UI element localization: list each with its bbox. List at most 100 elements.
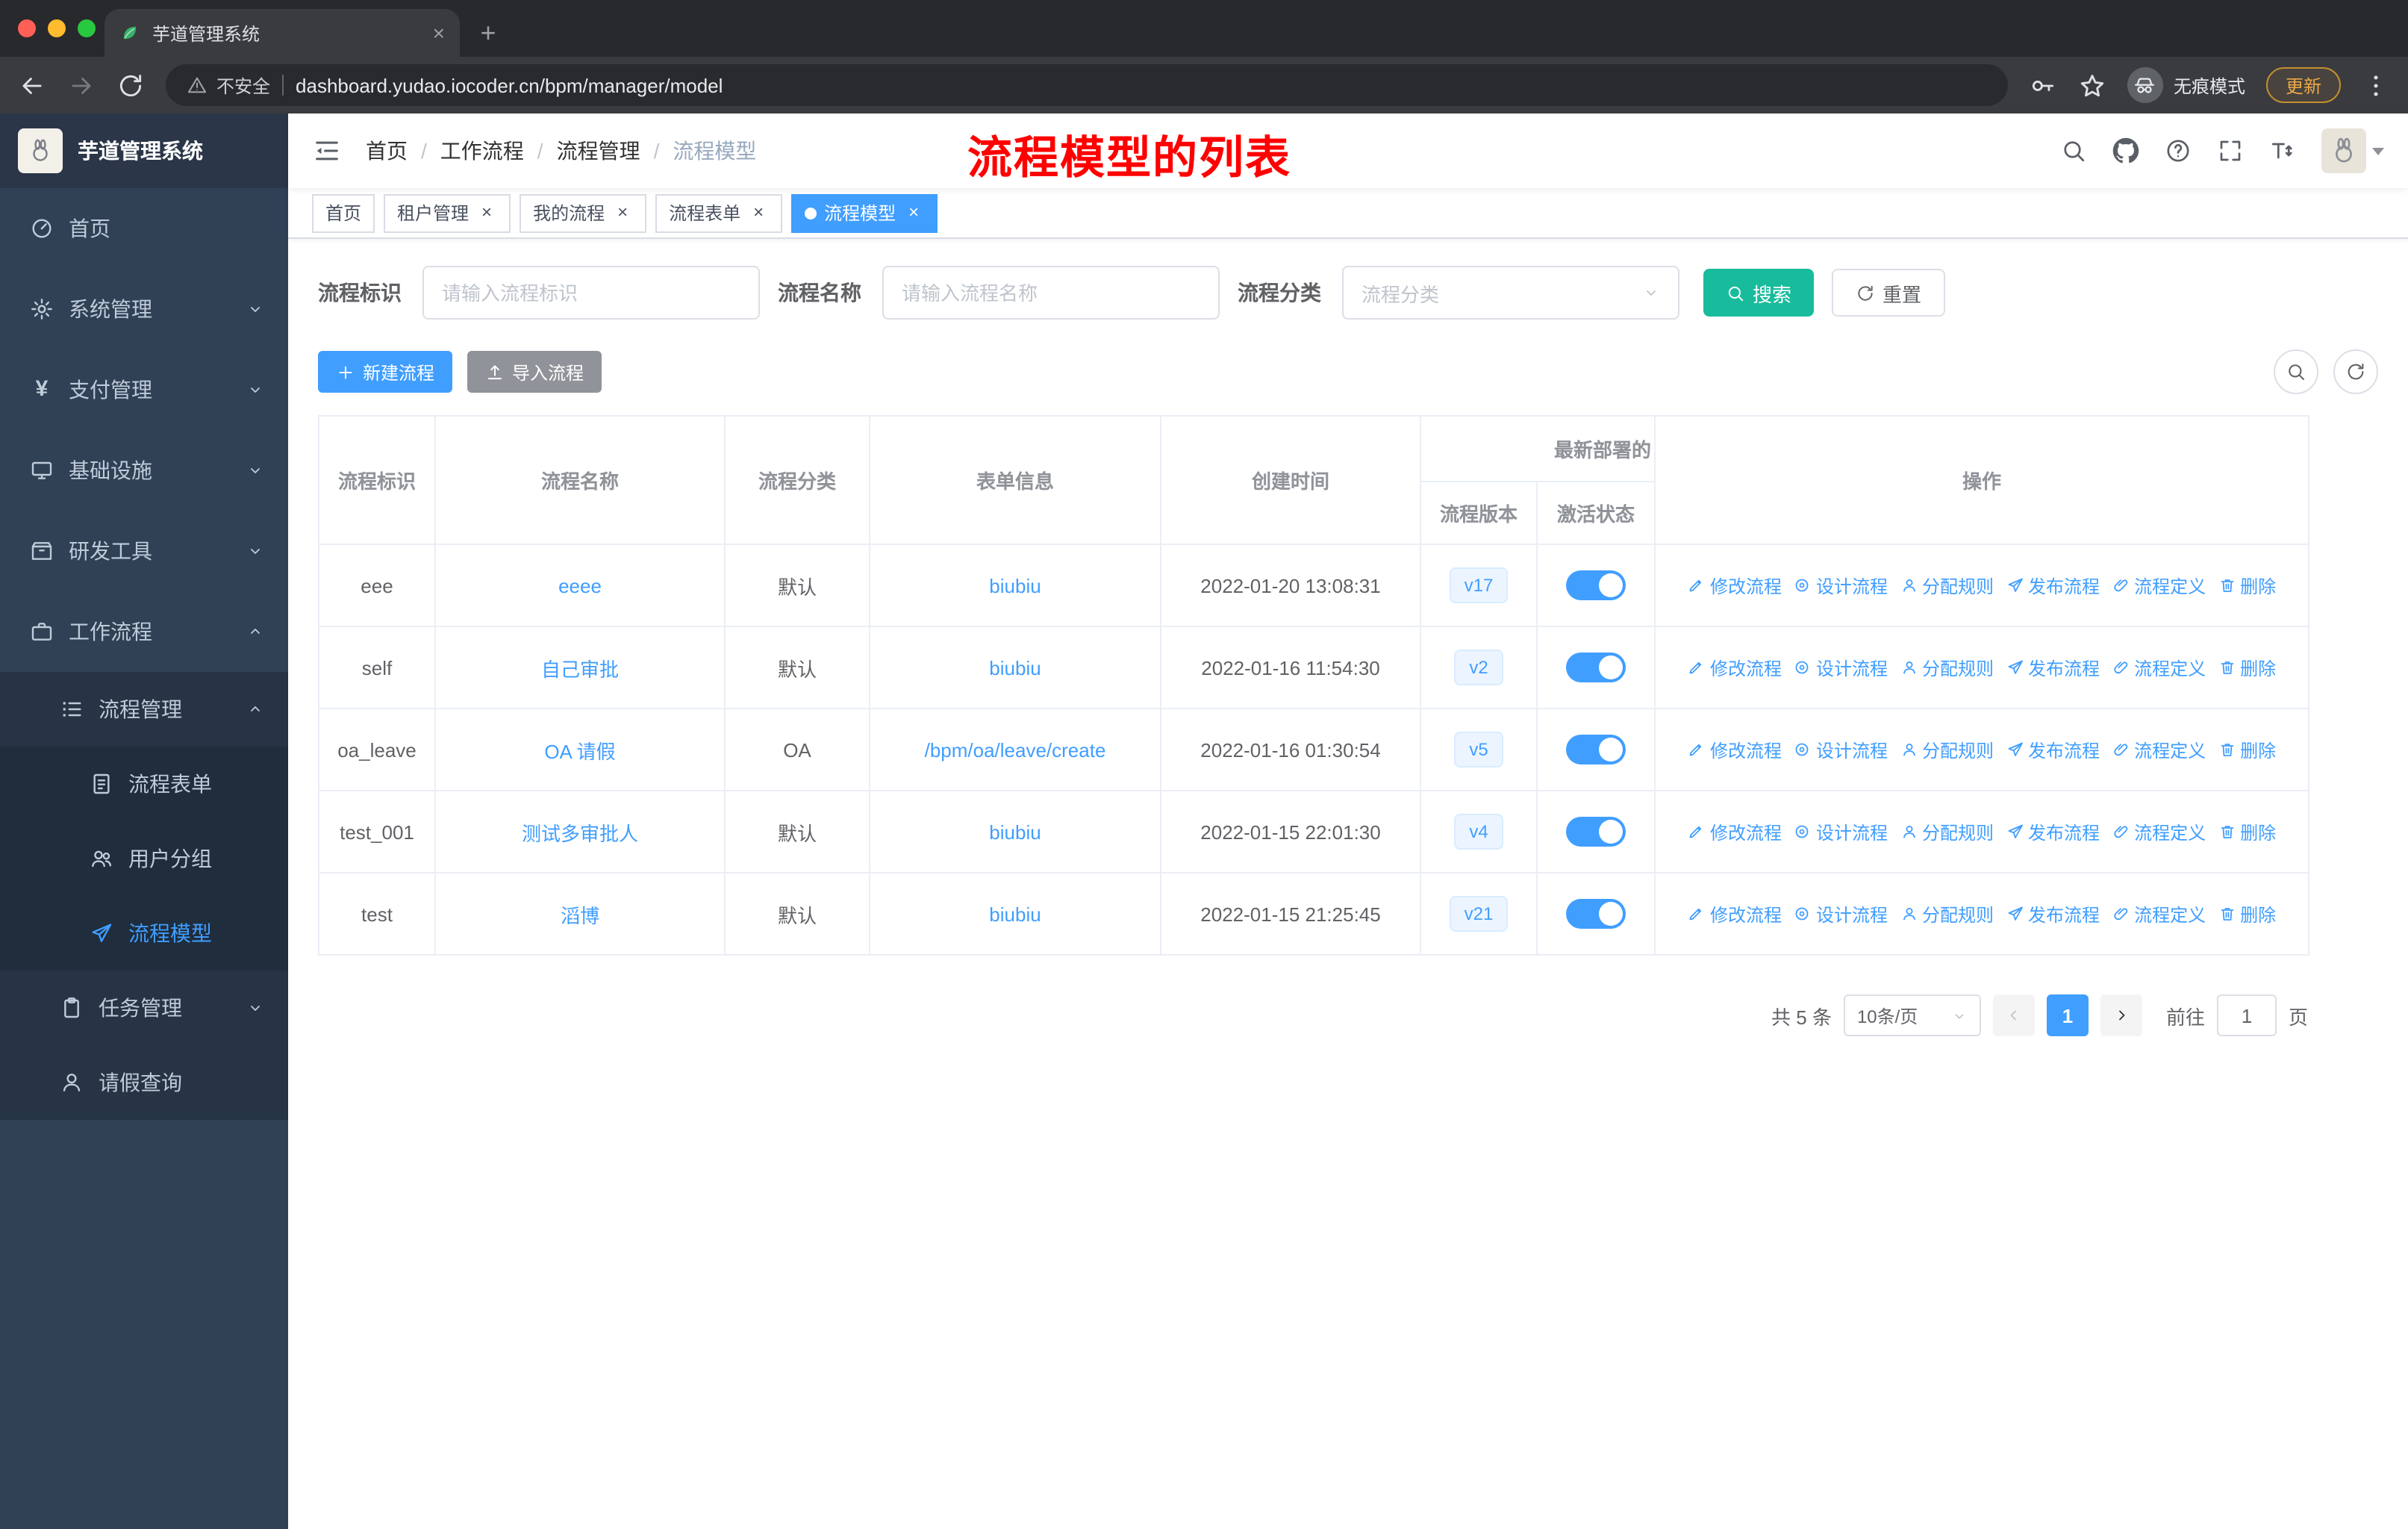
page-number-button[interactable]: 1 — [2046, 994, 2089, 1036]
breadcrumb-workflow[interactable]: 工作流程 — [440, 136, 524, 166]
show-search-button[interactable] — [2274, 349, 2318, 394]
form-link[interactable]: biubiu — [989, 656, 1041, 679]
update-button[interactable]: 更新 — [2265, 67, 2341, 103]
font-size-icon[interactable] — [2269, 137, 2296, 164]
version-badge[interactable]: v5 — [1454, 732, 1503, 767]
sidebar-item-system[interactable]: 系统管理 — [0, 269, 288, 349]
forward-icon[interactable] — [67, 71, 96, 99]
op-design-link[interactable]: 设计流程 — [1794, 901, 1888, 927]
create-process-button[interactable]: 新建流程 — [318, 351, 453, 393]
help-icon[interactable] — [2165, 137, 2192, 164]
op-publish-link[interactable]: 发布流程 — [2006, 737, 2100, 762]
op-publish-link[interactable]: 发布流程 — [2006, 901, 2100, 927]
version-badge[interactable]: v4 — [1454, 814, 1503, 850]
version-badge[interactable]: v17 — [1449, 567, 1509, 603]
process-category-select[interactable]: 流程分类 — [1342, 266, 1679, 320]
process-id-input[interactable] — [422, 266, 760, 320]
version-badge[interactable]: v2 — [1454, 650, 1503, 685]
op-definition-link[interactable]: 流程定义 — [2112, 655, 2206, 680]
version-badge[interactable]: v21 — [1449, 896, 1509, 932]
op-modify-link[interactable]: 修改流程 — [1688, 655, 1782, 680]
op-definition-link[interactable]: 流程定义 — [2112, 573, 2206, 598]
breadcrumb-process-manage[interactable]: 流程管理 — [557, 136, 640, 166]
process-name-link[interactable]: OA 请假 — [544, 740, 615, 762]
op-delete-link[interactable]: 删除 — [2218, 819, 2276, 844]
tag-process-model[interactable]: 流程模型 × — [791, 193, 938, 232]
sidebar-logo[interactable]: 芋道管理系统 — [0, 113, 288, 188]
browser-tab[interactable]: 芋道管理系统 × — [105, 9, 460, 57]
op-design-link[interactable]: 设计流程 — [1794, 655, 1888, 680]
op-modify-link[interactable]: 修改流程 — [1688, 737, 1782, 762]
sidebar-item-user-group[interactable]: 用户分组 — [0, 821, 288, 896]
sidebar-item-devtools[interactable]: 研发工具 — [0, 511, 288, 591]
sidebar-item-process-manage[interactable]: 流程管理 — [0, 672, 288, 747]
prev-page-button[interactable] — [1992, 994, 2035, 1036]
tab-close-icon[interactable]: × — [433, 21, 445, 45]
github-icon[interactable] — [2112, 137, 2139, 164]
op-assign-rule-link[interactable]: 分配规则 — [1900, 655, 1994, 680]
menu-dots-icon[interactable] — [2362, 71, 2390, 99]
sidebar-item-payment[interactable]: ¥ 支付管理 — [0, 349, 288, 430]
op-design-link[interactable]: 设计流程 — [1794, 573, 1888, 598]
op-assign-rule-link[interactable]: 分配规则 — [1900, 737, 1994, 762]
breadcrumb-home[interactable]: 首页 — [366, 136, 408, 166]
process-name-link[interactable]: 测试多审批人 — [522, 822, 638, 844]
op-definition-link[interactable]: 流程定义 — [2112, 901, 2206, 927]
op-modify-link[interactable]: 修改流程 — [1688, 901, 1782, 927]
form-link[interactable]: /bpm/oa/leave/create — [925, 738, 1106, 761]
process-name-input[interactable] — [882, 266, 1220, 320]
sidebar-item-process-form[interactable]: 流程表单 — [0, 747, 288, 821]
next-page-button[interactable] — [2100, 994, 2142, 1036]
op-delete-link[interactable]: 删除 — [2218, 737, 2276, 762]
process-name-link[interactable]: 滔博 — [561, 904, 599, 927]
form-link[interactable]: biubiu — [989, 820, 1041, 843]
op-delete-link[interactable]: 删除 — [2218, 901, 2276, 927]
search-button[interactable]: 搜索 — [1703, 269, 1815, 317]
active-toggle[interactable] — [1566, 735, 1626, 764]
tag-close-icon[interactable]: × — [903, 202, 924, 223]
tag-process-form[interactable]: 流程表单 × — [655, 193, 783, 232]
new-tab-button[interactable]: + — [469, 13, 508, 52]
op-delete-link[interactable]: 删除 — [2218, 655, 2276, 680]
tag-home[interactable]: 首页 — [312, 193, 375, 232]
form-link[interactable]: biubiu — [989, 574, 1041, 597]
active-toggle[interactable] — [1566, 817, 1626, 847]
search-icon[interactable] — [2060, 137, 2087, 164]
sidebar-item-home[interactable]: 首页 — [0, 188, 288, 269]
tag-tenant[interactable]: 租户管理 × — [384, 193, 511, 232]
password-key-icon[interactable] — [2029, 71, 2057, 99]
op-assign-rule-link[interactable]: 分配规则 — [1900, 819, 1994, 844]
sidebar-item-infrastructure[interactable]: 基础设施 — [0, 430, 288, 511]
op-publish-link[interactable]: 发布流程 — [2006, 655, 2100, 680]
refresh-table-button[interactable] — [2333, 349, 2378, 394]
form-link[interactable]: biubiu — [989, 903, 1041, 925]
maximize-window-button[interactable] — [78, 19, 96, 37]
address-bar[interactable]: 不安全 dashboard.yudao.iocoder.cn/bpm/manag… — [166, 64, 2008, 106]
process-name-link[interactable]: eeee — [558, 574, 602, 597]
sidebar-fold-icon[interactable] — [312, 136, 342, 166]
reload-icon[interactable] — [116, 71, 145, 99]
tag-close-icon[interactable]: × — [748, 202, 769, 223]
user-avatar-menu[interactable] — [2321, 128, 2384, 173]
close-window-button[interactable] — [18, 19, 36, 37]
op-assign-rule-link[interactable]: 分配规则 — [1900, 901, 1994, 927]
tag-close-icon[interactable]: × — [476, 202, 497, 223]
op-design-link[interactable]: 设计流程 — [1794, 819, 1888, 844]
sidebar-item-process-model[interactable]: 流程模型 — [0, 896, 288, 971]
bookmark-star-icon[interactable] — [2078, 71, 2106, 99]
op-definition-link[interactable]: 流程定义 — [2112, 737, 2206, 762]
fullscreen-icon[interactable] — [2217, 137, 2244, 164]
op-modify-link[interactable]: 修改流程 — [1688, 573, 1782, 598]
sidebar-item-leave-query[interactable]: 请假查询 — [0, 1045, 288, 1120]
tag-close-icon[interactable]: × — [612, 202, 633, 223]
reset-button[interactable]: 重置 — [1832, 269, 1946, 317]
op-assign-rule-link[interactable]: 分配规则 — [1900, 573, 1994, 598]
security-indicator[interactable]: 不安全 — [187, 72, 270, 98]
process-name-link[interactable]: 自己审批 — [541, 658, 619, 680]
sidebar-item-workflow[interactable]: 工作流程 — [0, 591, 288, 672]
op-modify-link[interactable]: 修改流程 — [1688, 819, 1782, 844]
op-publish-link[interactable]: 发布流程 — [2006, 819, 2100, 844]
minimize-window-button[interactable] — [48, 19, 66, 37]
active-toggle[interactable] — [1566, 899, 1626, 929]
active-toggle[interactable] — [1566, 570, 1626, 600]
